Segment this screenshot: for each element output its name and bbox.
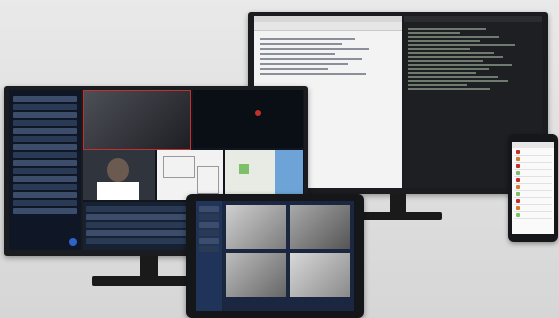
status-indicator — [69, 238, 77, 246]
phone-list[interactable] — [512, 148, 554, 220]
phone — [508, 134, 558, 242]
dashboard-sidebar[interactable] — [9, 90, 81, 250]
tablet-camera-2[interactable] — [290, 205, 350, 249]
right-monitor-neck — [390, 194, 406, 212]
tablet-sidebar[interactable] — [196, 201, 222, 311]
tablet-screen — [196, 201, 354, 311]
floor-plan[interactable] — [157, 150, 223, 200]
tablet-camera-4[interactable] — [290, 253, 350, 297]
map-view[interactable] — [225, 150, 303, 200]
tablet-camera-1[interactable] — [226, 205, 286, 249]
camera-feed-person[interactable] — [83, 150, 155, 200]
left-monitor-neck — [140, 256, 158, 278]
tablet — [186, 194, 364, 318]
terminal-body — [404, 22, 542, 96]
camera-feed-1[interactable] — [83, 90, 191, 150]
tablet-camera-3[interactable] — [226, 253, 286, 297]
camera-feed-2[interactable] — [193, 90, 303, 148]
document-body — [254, 31, 402, 82]
document-toolbar — [254, 22, 402, 31]
phone-screen — [512, 142, 554, 234]
right-monitor-base — [354, 212, 442, 220]
alert-marker — [255, 110, 261, 116]
